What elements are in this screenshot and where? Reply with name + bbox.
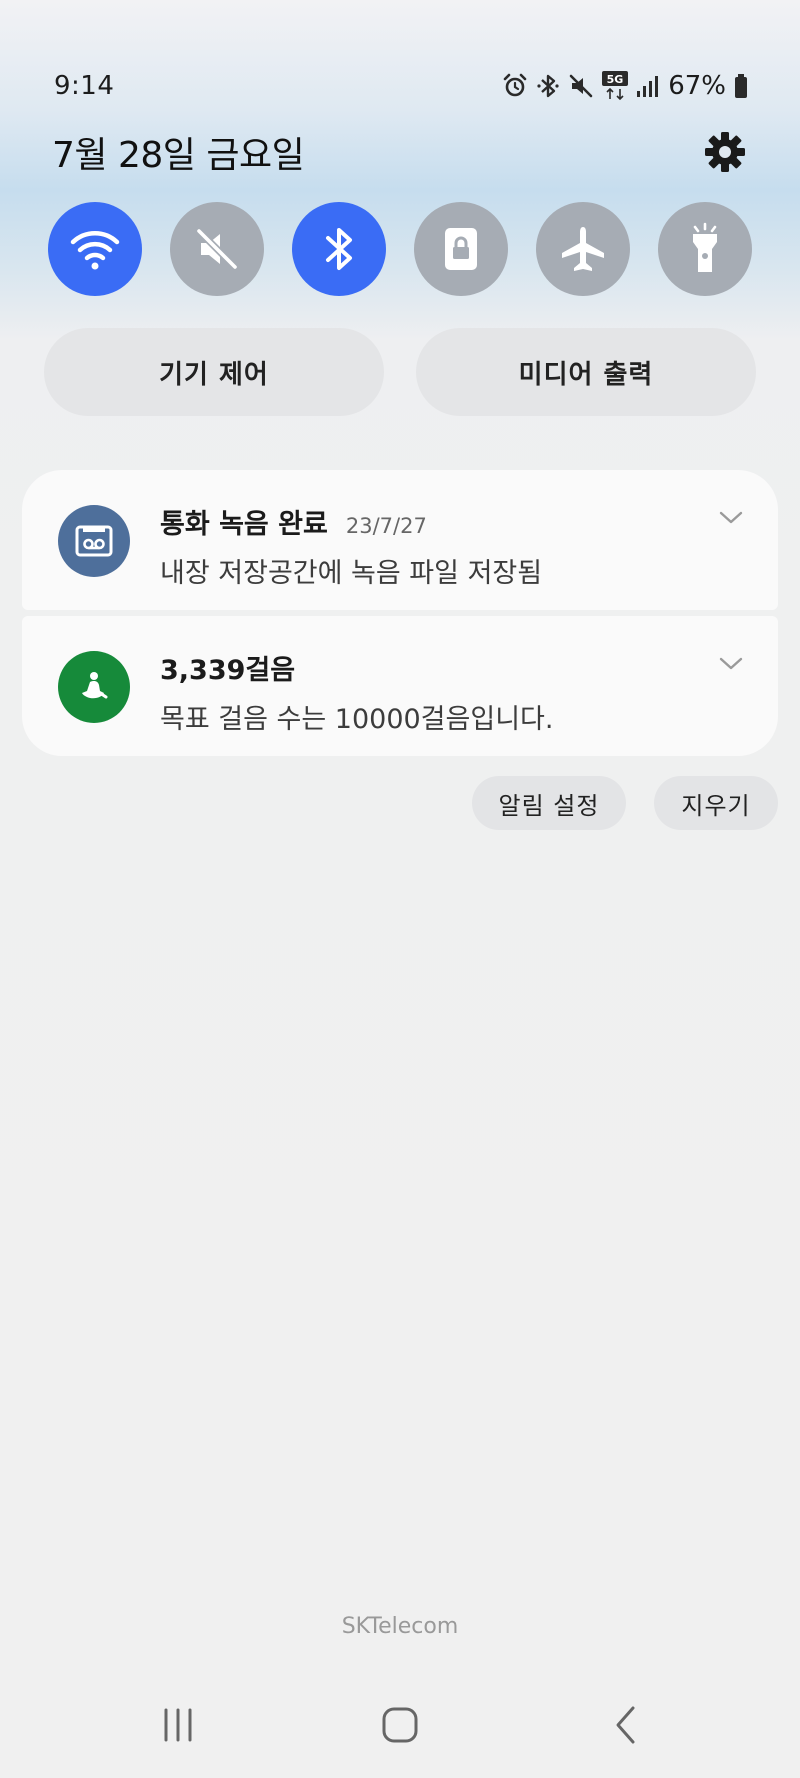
bluetooth-icon <box>326 228 352 270</box>
notification-steps[interactable]: 3,339걸음 목표 걸음 수는 10000걸음입니다. <box>22 616 778 756</box>
home-button[interactable] <box>360 1700 440 1750</box>
tile-bluetooth[interactable] <box>292 202 386 296</box>
date-text: 7월 28일 금요일 <box>52 135 305 176</box>
tile-airplane[interactable] <box>536 202 630 296</box>
tile-flashlight[interactable] <box>658 202 752 296</box>
wifi-icon <box>70 231 120 270</box>
network-5g-icon: 5G <box>602 71 629 101</box>
recents-button[interactable] <box>138 1700 218 1750</box>
status-bar: 9:14 5G 67% <box>54 66 748 106</box>
clear-all-button[interactable]: 지우기 <box>654 776 778 830</box>
media-output-button[interactable]: 미디어 출력 <box>416 328 756 416</box>
notification-title: 통화 녹음 완료 <box>160 509 328 540</box>
call-recorder-app-icon <box>58 505 130 577</box>
notification-call-recording[interactable]: 통화 녹음 완료 23/7/27 내장 저장공간에 녹음 파일 저장됨 <box>22 470 778 610</box>
airplane-icon <box>562 227 604 271</box>
alarm-icon <box>503 73 527 97</box>
quick-tiles <box>48 202 752 296</box>
carrier-label: SKTelecom <box>341 1614 459 1639</box>
navigation-bar <box>0 1690 800 1760</box>
tile-sound[interactable] <box>170 202 264 296</box>
notification-date: 23/7/27 <box>345 514 427 538</box>
notification-group: 통화 녹음 완료 23/7/27 내장 저장공간에 녹음 파일 저장됨 3,33… <box>22 470 778 756</box>
status-time: 9:14 <box>54 71 115 101</box>
flashlight-icon <box>693 222 717 272</box>
walking-icon <box>82 672 108 699</box>
gear-icon[interactable] <box>704 131 746 173</box>
signal-icon <box>637 76 659 97</box>
notification-text: 내장 저장공간에 녹음 파일 저장됨 <box>160 558 543 589</box>
home-icon <box>382 1707 418 1743</box>
mute-status-icon <box>569 74 593 98</box>
bluetooth-status-icon <box>537 74 559 98</box>
back-button[interactable] <box>586 1700 666 1750</box>
device-control-button[interactable]: 기기 제어 <box>44 328 384 416</box>
chevron-down-icon[interactable] <box>718 656 744 672</box>
tile-wifi[interactable] <box>48 202 142 296</box>
notification-settings-button[interactable]: 알림 설정 <box>472 776 626 830</box>
recents-icon <box>164 1708 192 1742</box>
health-app-icon <box>58 651 130 723</box>
mute-icon <box>195 227 239 271</box>
notification-title: 3,339걸음 <box>160 655 296 686</box>
battery-percent: 67% <box>668 71 726 101</box>
voicemail-icon <box>75 525 113 557</box>
tile-rotation[interactable] <box>414 202 508 296</box>
chevron-down-icon[interactable] <box>718 510 744 526</box>
network-type-label: 5G <box>607 73 624 86</box>
date-row: 7월 28일 금요일 <box>52 124 746 180</box>
status-icons: 5G 67% <box>502 71 748 101</box>
back-icon <box>616 1706 635 1744</box>
lock-rotation-icon <box>445 228 477 270</box>
battery-icon <box>735 74 747 98</box>
notification-text: 목표 걸음 수는 10000걸음입니다. <box>160 704 554 735</box>
